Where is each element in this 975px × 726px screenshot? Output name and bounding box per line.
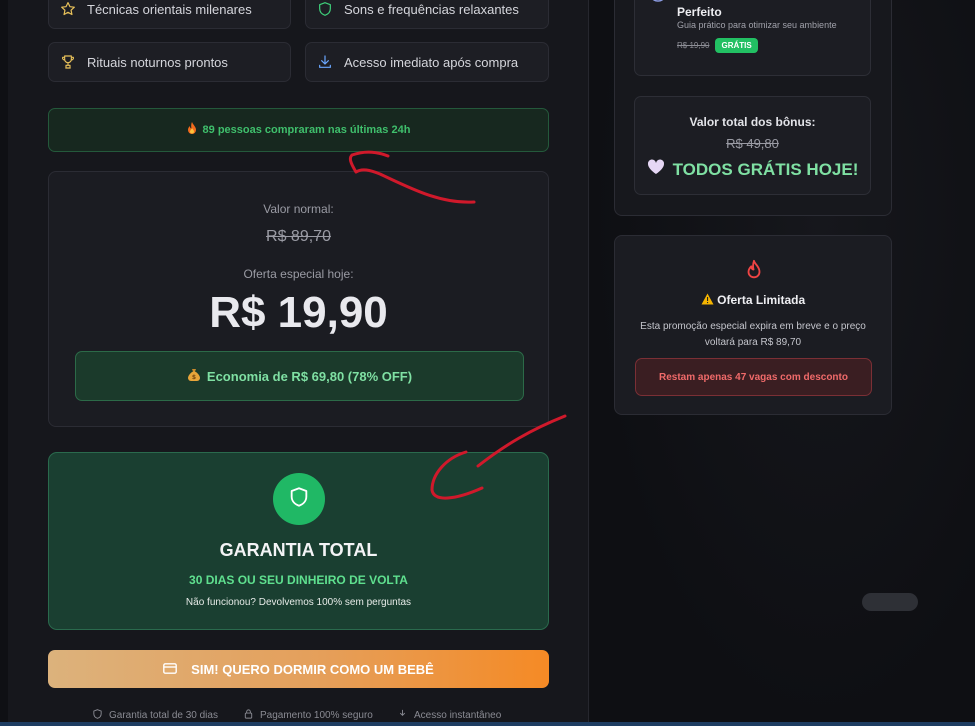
free-badge: GRÁTIS	[715, 38, 758, 53]
feature-label: Técnicas orientais milenares	[87, 1, 252, 17]
card-icon	[163, 662, 178, 677]
savings-badge: $ Economia de R$ 69,80 (78% OFF)	[75, 351, 524, 401]
fire-icon	[743, 258, 765, 287]
savings-text: Economia de R$ 69,80 (78% OFF)	[206, 368, 413, 384]
feature-item: Rituais noturnos prontos	[48, 42, 291, 82]
limited-offer-card: Oferta Limitada Esta promoção especial e…	[614, 235, 892, 415]
warning-icon	[701, 293, 717, 307]
fire-icon	[187, 122, 197, 138]
guarantee-title: GARANTIA TOTAL	[219, 540, 378, 560]
trust-label: Acesso instantâneo	[414, 710, 502, 721]
offer-price: R$ 19,90	[209, 288, 388, 337]
feature-label: Sons e frequências relaxantes	[344, 1, 519, 17]
trust-label: Pagamento 100% seguro	[260, 710, 373, 721]
download-icon	[397, 708, 408, 723]
guarantee-note: Não funcionou? Devolvemos 100% sem pergu…	[185, 597, 412, 608]
trophy-icon	[59, 53, 77, 71]
feature-label: Acesso imediato após compra	[344, 54, 519, 70]
normal-price: R$ 89,70	[266, 228, 331, 245]
shield-icon	[288, 486, 310, 513]
bonus-total-old: R$ 49,80	[726, 136, 779, 151]
bonus-check-icon	[649, 0, 667, 12]
svg-text:$: $	[192, 374, 196, 381]
money-bag-icon: $	[187, 368, 201, 385]
bonus-free-text: TODOS GRÁTIS HOJE!	[672, 159, 859, 179]
social-proof-banner: 89 pessoas compraram nas últimas 24h	[48, 108, 549, 152]
taskbar-strip	[0, 722, 975, 726]
offer-title-row: Oferta Limitada	[615, 293, 891, 307]
guarantee-subtitle: 30 DIAS OU SEU DINHEIRO DE VOLTA	[189, 573, 408, 587]
shield-icon	[92, 708, 103, 723]
trust-label: Garantia total de 30 dias	[109, 710, 218, 721]
feature-item: Técnicas orientais milenares	[48, 0, 291, 29]
guarantee-shield-badge	[273, 473, 325, 525]
bonus-total-card: Valor total dos bônus: R$ 49,80 TODOS GR…	[634, 96, 871, 195]
bonus-item-old-price: R$ 19,90	[677, 41, 710, 50]
star-icon	[59, 0, 77, 18]
normal-price-label: Valor normal:	[263, 202, 334, 216]
remaining-spots-button[interactable]: Restam apenas 47 vagas com desconto	[635, 358, 872, 396]
bonus-total-label: Valor total dos bônus:	[689, 115, 816, 129]
feature-item: Acesso imediato após compra	[305, 42, 549, 82]
bonus-item-title: Perfeito	[677, 5, 722, 19]
feature-label: Rituais noturnos prontos	[87, 54, 228, 70]
offer-label: Oferta especial hoje:	[243, 267, 354, 281]
buy-now-label: SIM! QUERO DORMIR COMO UM BEBÊ	[191, 661, 434, 677]
download-icon	[316, 53, 334, 71]
offer-title: Oferta Limitada	[717, 293, 806, 307]
lock-icon	[243, 708, 254, 723]
buy-now-button[interactable]: SIM! QUERO DORMIR COMO UM BEBÊ	[48, 650, 549, 688]
trust-item: Acesso instantâneo	[397, 708, 501, 723]
trust-item: Garantia total de 30 dias	[92, 708, 218, 723]
bonus-free-row: TODOS GRÁTIS HOJE!	[635, 159, 870, 180]
guarantee-card: GARANTIA TOTAL 30 DIAS OU SEU DINHEIRO D…	[48, 452, 549, 630]
price-card: Valor normal: R$ 89,70 Oferta especial h…	[48, 171, 549, 427]
bonus-item-price-row: R$ 19,90 GRÁTIS	[677, 38, 758, 53]
bonus-item: Perfeito Guia prático para otimizar seu …	[634, 0, 871, 76]
heart-icon	[647, 159, 665, 180]
feature-item: Sons e frequências relaxantes	[305, 0, 549, 29]
social-proof-text: 89 pessoas compraram nas últimas 24h	[202, 124, 411, 136]
bonus-item-desc: Guia prático para otimizar seu ambiente	[677, 20, 837, 30]
trust-item: Pagamento 100% seguro	[243, 708, 373, 723]
offer-text: Esta promoção especial expira em breve e…	[640, 321, 866, 348]
shield-icon	[316, 0, 334, 18]
